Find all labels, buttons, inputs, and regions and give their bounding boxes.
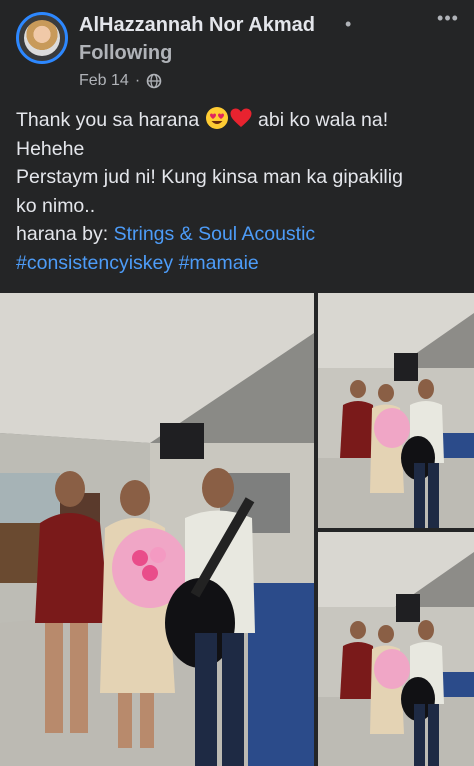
post-caption: Thank you sa harana abi ko wala na! Hehe… bbox=[16, 106, 460, 277]
photo-top-right-image bbox=[318, 293, 474, 528]
credit-prefix: harana by: bbox=[16, 223, 114, 245]
post-meta: Feb 14 · bbox=[79, 72, 162, 90]
hashtag-link[interactable]: #consistencyiskey bbox=[16, 252, 173, 274]
date-separator: · bbox=[134, 72, 141, 89]
name-separator: • bbox=[345, 14, 352, 34]
follow-status[interactable]: Following bbox=[79, 42, 172, 65]
caption-line-3: Perstaym jud ni! Kung kinsa man ka gipak… bbox=[16, 166, 403, 188]
photo-main[interactable] bbox=[0, 293, 314, 766]
caption-hashtags: #consistencyiskey #mamaie bbox=[16, 249, 460, 278]
author-avatar[interactable] bbox=[16, 12, 68, 64]
heart-eyes-emoji-icon bbox=[205, 107, 228, 129]
globe-icon bbox=[146, 73, 162, 89]
hashtag-link[interactable]: #mamaie bbox=[179, 252, 259, 274]
caption-line-4: ko nimo.. bbox=[16, 194, 96, 217]
photo-main-image bbox=[0, 293, 314, 766]
more-options-icon[interactable]: ••• bbox=[434, 9, 462, 30]
photo-grid bbox=[0, 293, 474, 766]
photo-top-right[interactable] bbox=[318, 293, 474, 528]
credit-page-link[interactable]: Strings & Soul Acoustic bbox=[114, 223, 316, 245]
post-date[interactable]: Feb 14 bbox=[79, 72, 129, 90]
photo-bottom-right-image bbox=[318, 532, 474, 766]
caption-text: Thank you sa harana bbox=[16, 109, 205, 131]
caption-text: abi ko wala na! bbox=[252, 109, 389, 131]
red-heart-emoji-icon bbox=[230, 108, 252, 127]
avatar-image bbox=[24, 20, 60, 56]
post-header: AlHazzannah Nor Akmad • Following Feb 14… bbox=[0, 0, 474, 98]
caption-credit: harana by: Strings & Soul Acoustic bbox=[16, 220, 460, 249]
caption-line-1: Thank you sa harana abi ko wala na! bbox=[16, 106, 460, 135]
photo-bottom-right[interactable] bbox=[318, 532, 474, 766]
author-name[interactable]: AlHazzannah Nor Akmad bbox=[79, 14, 315, 37]
caption-line-2: Hehehe bbox=[16, 137, 85, 160]
